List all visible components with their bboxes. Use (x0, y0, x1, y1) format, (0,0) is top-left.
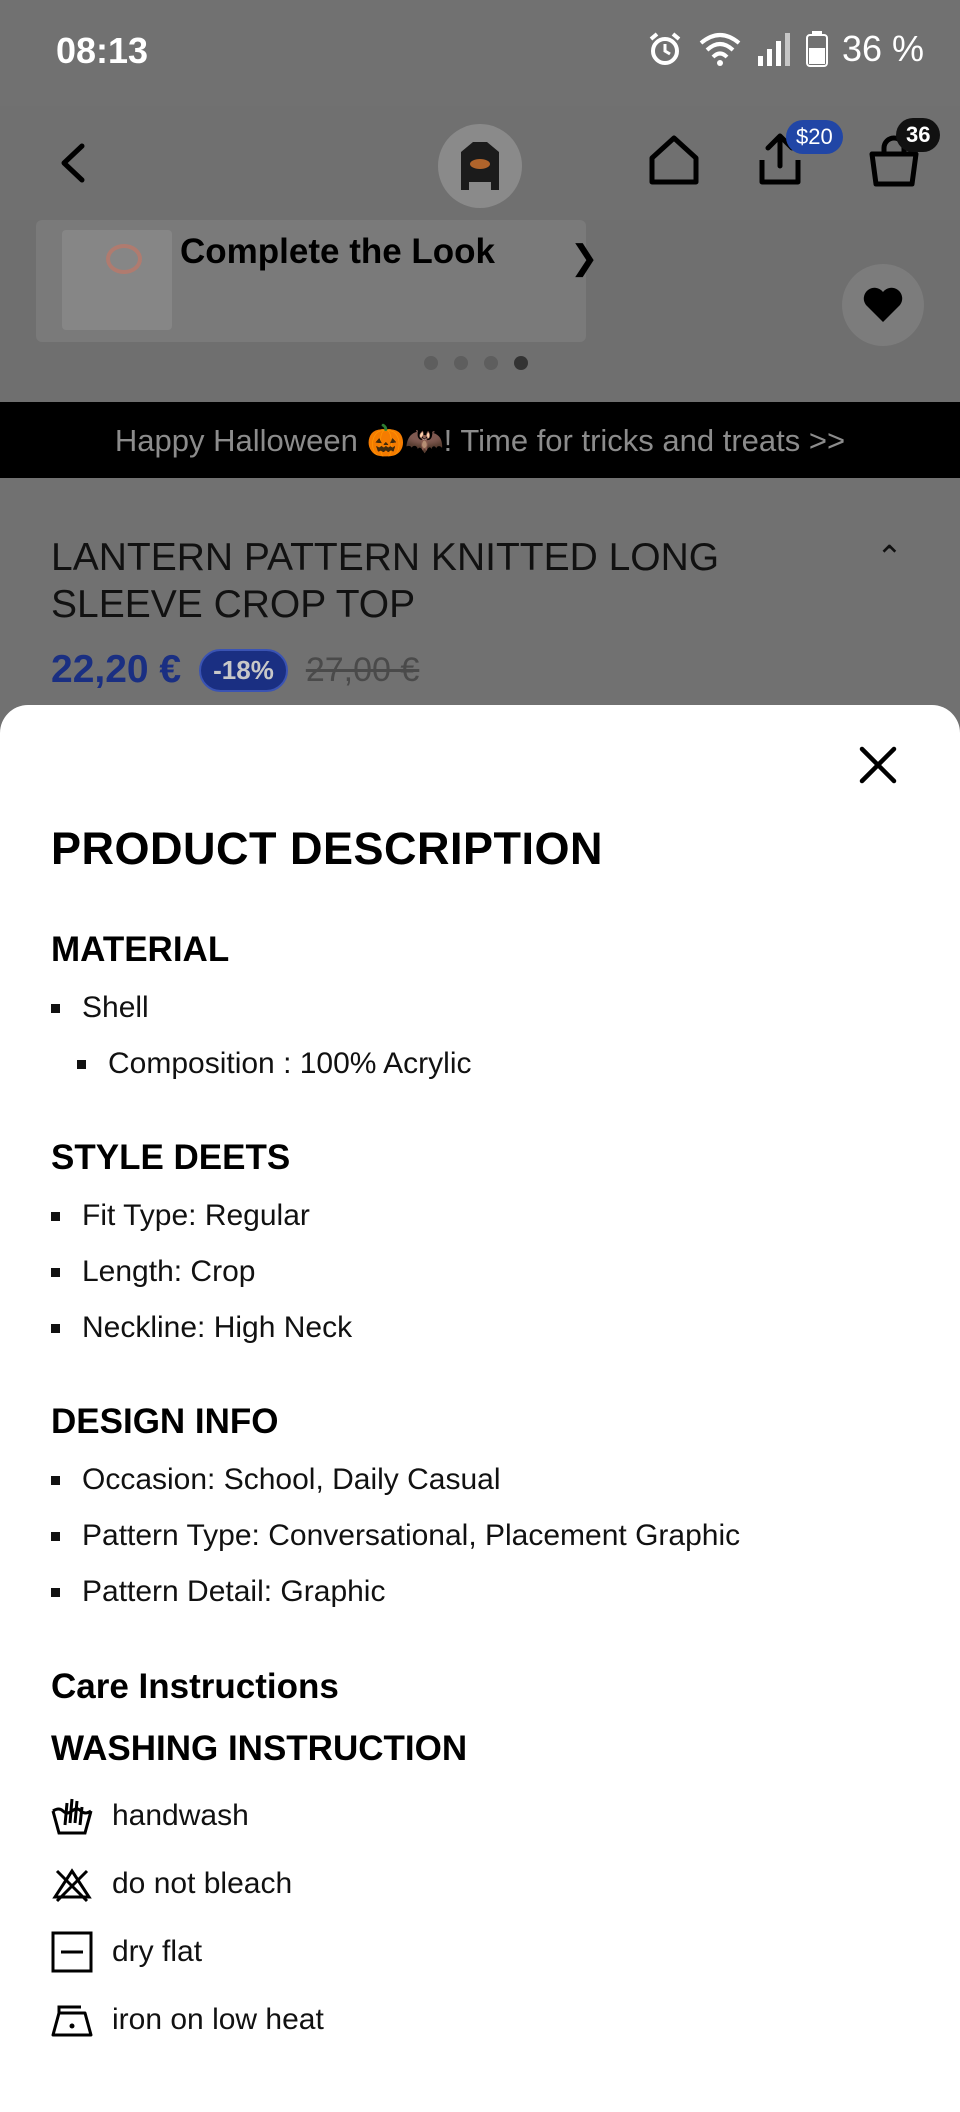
product-gallery: Complete the Look ❯ (0, 220, 960, 402)
list-item: Pattern Detail: Graphic (51, 1574, 740, 1610)
price-row: 22,20 € -18% 27,00 € (51, 648, 419, 692)
dry-flat-icon (51, 1931, 93, 1973)
back-arrow-icon[interactable] (50, 138, 100, 188)
list-sub-item: Composition : 100% Acrylic (77, 1046, 472, 1082)
washing-instruction-heading: WASHING INSTRUCTION (51, 1729, 468, 1768)
wash-item: iron on low heat (51, 1999, 467, 2041)
wifi-icon (699, 33, 741, 66)
handwash-icon (51, 1798, 93, 1835)
cart-count-badge: 36 (896, 118, 941, 152)
wash-item-label: dry flat (112, 1935, 203, 1968)
pagination-dot (484, 356, 498, 370)
iron-low-heat-icon (51, 2005, 93, 2037)
signal-icon (757, 33, 790, 66)
sweater-icon (461, 142, 499, 190)
wash-item: do not bleach (51, 1863, 467, 1905)
share-reward-badge: $20 (786, 120, 843, 154)
list-item: Occasion: School, Daily Casual (51, 1462, 740, 1498)
list-item: Fit Type: Regular (51, 1198, 352, 1234)
material-heading: MATERIAL (51, 930, 230, 969)
discount-badge: -18% (199, 648, 288, 692)
wash-item-label: iron on low heat (112, 2003, 324, 2036)
sheet-title: PRODUCT DESCRIPTION (51, 823, 604, 874)
chevron-up-icon[interactable]: ⌃ (876, 538, 903, 576)
care-instructions-section: Care Instructions WASHING INSTRUCTION ha… (51, 1667, 467, 2041)
pagination-dot (454, 356, 468, 370)
style-deets-section: STYLE DEETS Fit Type: Regular Length: Cr… (51, 1138, 352, 1346)
battery-percentage: 36 % (841, 28, 924, 69)
list-item: Shell (51, 990, 472, 1026)
status-bar: 08:13 36 % (0, 0, 960, 106)
design-info-section: DESIGN INFO Occasion: School, Daily Casu… (51, 1402, 740, 1610)
battery-icon (805, 31, 828, 67)
wash-item-label: do not bleach (112, 1867, 293, 1900)
wash-item: handwash (51, 1795, 467, 1837)
wash-item: dry flat (51, 1931, 467, 1973)
complete-the-look-card[interactable]: Complete the Look ❯ (36, 220, 599, 342)
washing-list: handwash do not bleach dry flat iron on … (51, 1795, 467, 2041)
top-navigation-bar: $20 36 (0, 106, 960, 220)
product-thumbnail[interactable] (438, 124, 522, 208)
promo-banner[interactable]: Happy Halloween 🎃🦇! Time for tricks and … (0, 402, 960, 478)
list-item: Pattern Type: Conversational, Placement … (51, 1518, 740, 1554)
alarm-icon (649, 32, 681, 65)
pagination-dot (424, 356, 438, 370)
home-icon[interactable] (646, 132, 702, 188)
heart-icon (863, 287, 903, 322)
product-description-sheet: PRODUCT DESCRIPTION MATERIAL Shell Compo… (0, 705, 960, 2112)
current-price: 22,20 € (51, 648, 182, 691)
list-item: Length: Crop (51, 1254, 352, 1290)
wishlist-button[interactable] (842, 264, 924, 346)
do-not-bleach-icon (52, 1868, 92, 1903)
care-instructions-heading: Care Instructions (51, 1667, 339, 1706)
product-title: LANTERN PATTERN KNITTED LONG SLEEVE CROP… (51, 536, 720, 626)
complete-the-look-label: Complete the Look (180, 232, 496, 271)
status-time: 08:13 (56, 30, 149, 71)
original-price: 27,00 € (305, 650, 420, 689)
wash-item-label: handwash (112, 1799, 249, 1832)
chevron-right-icon: ❯ (570, 239, 599, 277)
gallery-pagination-dots (424, 356, 528, 370)
list-item: Neckline: High Neck (51, 1310, 352, 1346)
status-icons: 36 % (646, 28, 924, 70)
style-deets-heading: STYLE DEETS (51, 1138, 291, 1177)
close-icon[interactable] (858, 745, 898, 785)
design-info-heading: DESIGN INFO (51, 1402, 279, 1441)
pagination-dot-active (514, 356, 528, 370)
material-section: MATERIAL Shell Composition : 100% Acryli… (51, 930, 472, 1082)
background-product-page: 08:13 36 % $20 36 Complete the Look ❯ Ha… (0, 0, 960, 760)
look-thumbnail (62, 230, 172, 330)
